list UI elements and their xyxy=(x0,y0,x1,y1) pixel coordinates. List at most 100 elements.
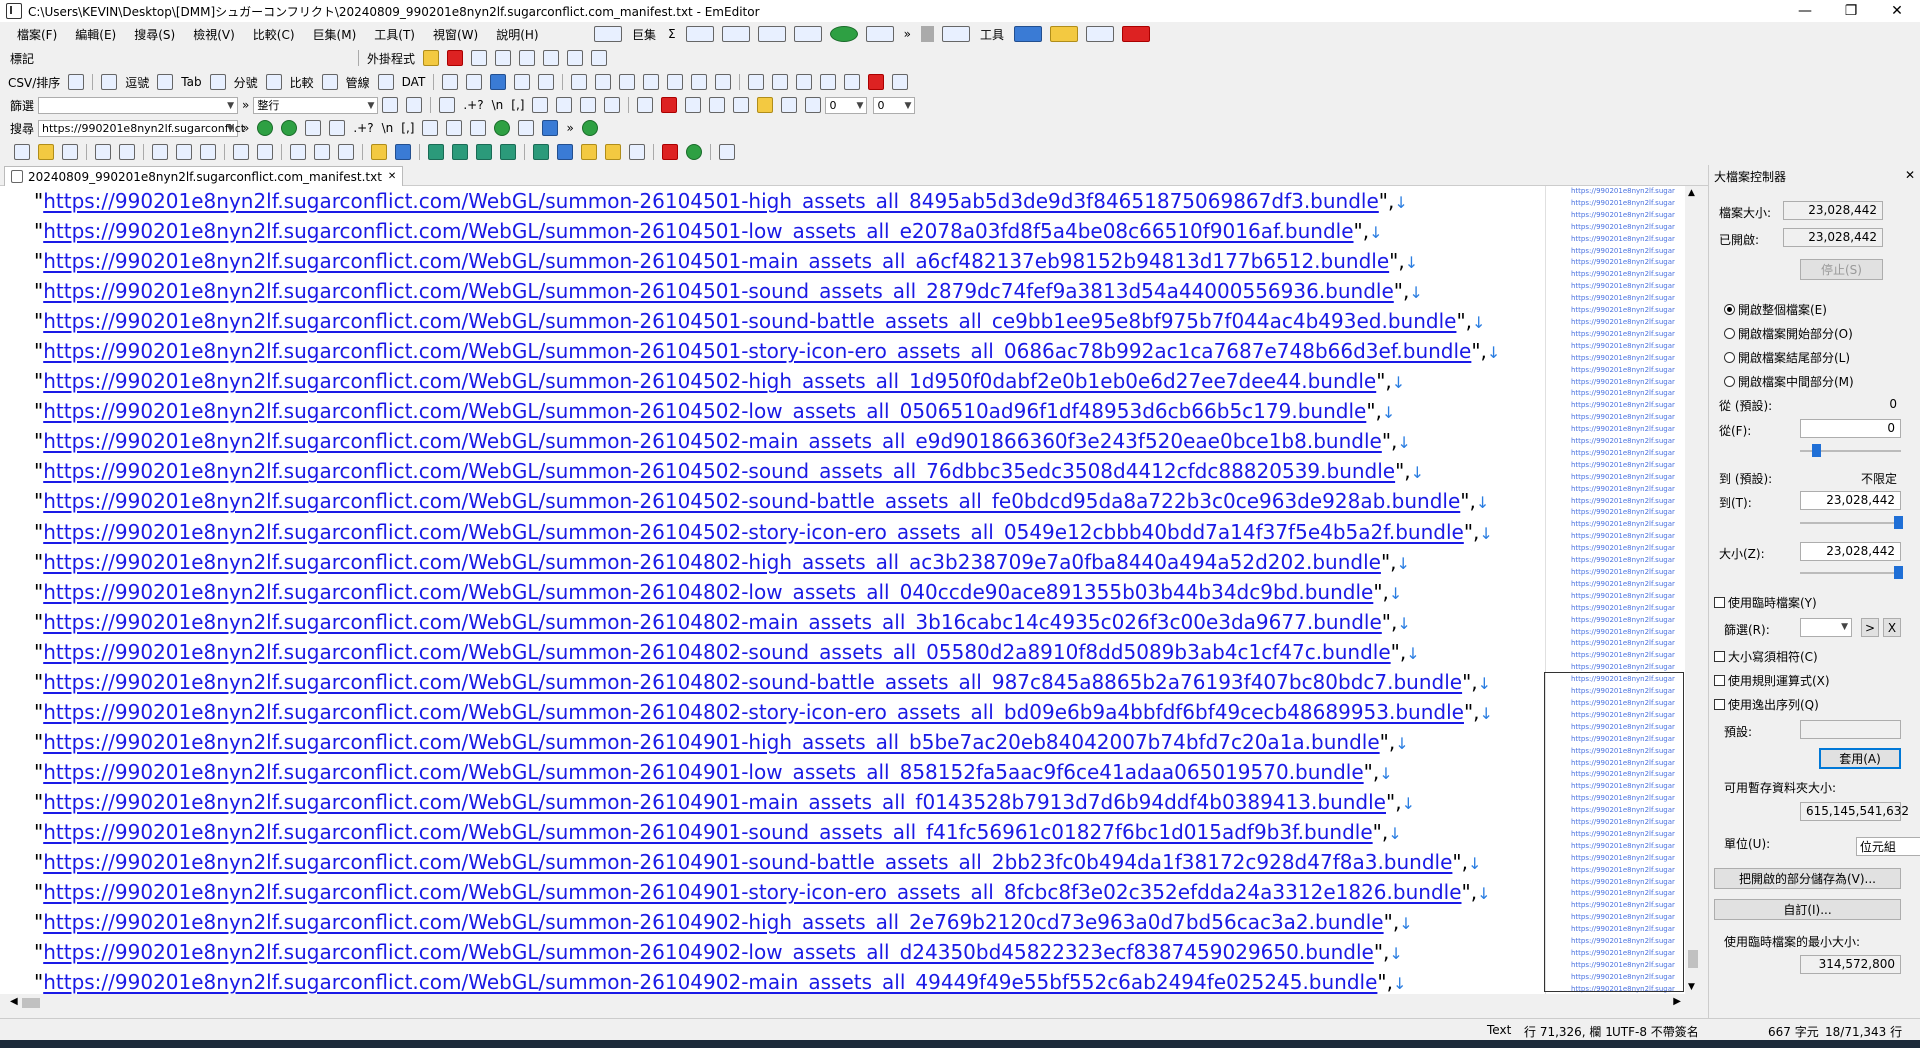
size-slider-track[interactable] xyxy=(1800,572,1901,574)
url-link[interactable]: https://990201e8nyn2lf.sugarconflict.com… xyxy=(43,910,1383,934)
editor-line[interactable]: "https://990201e8nyn2lf.sugarconflict.co… xyxy=(0,246,1545,276)
open-file-icon[interactable] xyxy=(38,144,54,160)
emeditor-app-icon[interactable] xyxy=(6,3,22,19)
url-link[interactable]: https://990201e8nyn2lf.sugarconflict.com… xyxy=(43,850,1452,874)
checkbox-icon[interactable] xyxy=(1714,675,1725,686)
minimap-viewport[interactable] xyxy=(1544,672,1684,992)
chevron-down-icon[interactable]: ▼ xyxy=(1841,622,1848,632)
editor-line[interactable]: "https://990201e8nyn2lf.sugarconflict.co… xyxy=(0,276,1545,306)
split-vertical-icon[interactable] xyxy=(476,144,492,160)
csv-normal-icon[interactable] xyxy=(68,74,85,90)
layout-icon[interactable] xyxy=(892,74,909,90)
highlight-icon[interactable] xyxy=(781,97,798,113)
to-input[interactable]: 23,028,442 xyxy=(1800,491,1901,510)
from-input[interactable]: 0 xyxy=(1800,419,1901,438)
copy-icon[interactable] xyxy=(637,97,654,113)
search-bracket-toggle[interactable]: [,] xyxy=(397,121,418,135)
radio-icon[interactable] xyxy=(1724,376,1735,387)
chevron-down-icon[interactable]: ▼ xyxy=(367,101,374,111)
horizontal-scrollbar[interactable]: ◀ ▶ xyxy=(0,994,1685,1011)
panel-icon[interactable] xyxy=(542,120,559,136)
regex-toggle[interactable]: .+? xyxy=(459,98,487,112)
play-icon[interactable] xyxy=(686,144,702,160)
book-icon[interactable] xyxy=(543,50,560,66)
run-icon[interactable] xyxy=(829,26,858,42)
note-icon[interactable] xyxy=(1049,26,1078,42)
editor-line[interactable]: "https://990201e8nyn2lf.sugarconflict.co… xyxy=(0,877,1545,907)
csv-sort-label[interactable]: CSV/排序 xyxy=(0,74,64,91)
redo-icon[interactable] xyxy=(257,144,273,160)
editor-line[interactable]: "https://990201e8nyn2lf.sugarconflict.co… xyxy=(0,907,1545,937)
editor-line[interactable]: "https://990201e8nyn2lf.sugarconflict.co… xyxy=(0,186,1545,216)
editor-line[interactable]: "https://990201e8nyn2lf.sugarconflict.co… xyxy=(0,577,1545,607)
context-lines-after[interactable]: 0 ▼ xyxy=(873,96,916,114)
save-icon[interactable] xyxy=(62,144,78,160)
editor-line[interactable]: "https://990201e8nyn2lf.sugarconflict.co… xyxy=(0,847,1545,877)
terminal-icon[interactable] xyxy=(1085,26,1114,42)
bug-icon[interactable] xyxy=(494,120,511,136)
url-link[interactable]: https://990201e8nyn2lf.sugarconflict.com… xyxy=(43,820,1372,844)
scroll-left-icon[interactable]: ◀ xyxy=(10,996,18,1007)
chevron-down-icon[interactable]: ▼ xyxy=(227,101,234,111)
sync-icon[interactable] xyxy=(805,97,822,113)
bracket-toggle[interactable]: [,] xyxy=(507,98,528,112)
calc-icon[interactable] xyxy=(591,50,608,66)
close-button[interactable]: ✕ xyxy=(1874,0,1920,22)
minus-icon[interactable] xyxy=(580,97,597,113)
url-link[interactable]: https://990201e8nyn2lf.sugarconflict.com… xyxy=(43,700,1464,724)
spell-icon[interactable] xyxy=(748,74,765,90)
split-window-icon[interactable] xyxy=(428,144,444,160)
mark-icon[interactable] xyxy=(844,74,861,90)
scroll-right-icon[interactable]: ▶ xyxy=(1673,996,1681,1007)
url-link[interactable]: https://990201e8nyn2lf.sugarconflict.com… xyxy=(43,279,1394,303)
checkbox-icon[interactable] xyxy=(1714,597,1725,608)
menu-macros[interactable]: 巨集(M) xyxy=(304,26,366,43)
case-icon[interactable] xyxy=(422,120,439,136)
status-mode[interactable]: Text xyxy=(1487,1023,1511,1037)
properties-icon[interactable] xyxy=(709,97,726,113)
sort-desc-icon[interactable] xyxy=(595,74,612,90)
find-icon[interactable] xyxy=(305,120,322,136)
filter-icon[interactable] xyxy=(604,97,621,113)
menu-compare[interactable]: 比較(C) xyxy=(244,26,304,43)
tools-label[interactable]: 工具 xyxy=(974,26,1010,43)
more-chevron[interactable]: » xyxy=(898,27,917,41)
url-link[interactable]: https://990201e8nyn2lf.sugarconflict.com… xyxy=(43,189,1379,213)
chevron-down-icon[interactable]: ▼ xyxy=(857,101,864,111)
to-slider-thumb[interactable] xyxy=(1894,516,1903,529)
url-link[interactable]: https://990201e8nyn2lf.sugarconflict.com… xyxy=(43,219,1353,243)
external-tools-label[interactable]: 外掛程式 xyxy=(363,50,419,67)
panel-close-icon[interactable]: ✕ xyxy=(1905,168,1915,182)
save-part-button[interactable]: 把開啟的部分儲存為(V)... xyxy=(1714,868,1901,889)
scroll-up-icon[interactable]: ▲ xyxy=(1688,188,1695,198)
browser-icon[interactable] xyxy=(557,144,573,160)
editor-line[interactable]: "https://990201e8nyn2lf.sugarconflict.co… xyxy=(0,667,1545,697)
copy-icon[interactable] xyxy=(176,144,192,160)
calendar-icon[interactable] xyxy=(447,50,464,66)
sigma-button[interactable]: Σ xyxy=(662,27,682,41)
editor-line[interactable]: "https://990201e8nyn2lf.sugarconflict.co… xyxy=(0,757,1545,787)
table-icon[interactable] xyxy=(514,74,531,90)
word-icon[interactable] xyxy=(446,120,463,136)
vertical-scrollbar[interactable]: ▲ ▼ xyxy=(1685,186,1701,994)
bookmark-label[interactable]: 標記 xyxy=(0,50,354,67)
gear-icon[interactable] xyxy=(442,74,459,90)
csv-tab-button[interactable]: Tab xyxy=(177,75,205,89)
context-lines-before[interactable]: 0 ▼ xyxy=(825,96,868,114)
apply-button[interactable]: 套用(A) xyxy=(1819,748,1901,769)
macro-run-icon[interactable] xyxy=(629,144,645,160)
sort-icon[interactable] xyxy=(691,74,708,90)
csv-comma-button[interactable]: 逗號 xyxy=(121,74,153,91)
radio-icon[interactable] xyxy=(1724,328,1735,339)
url-link[interactable]: https://990201e8nyn2lf.sugarconflict.com… xyxy=(43,249,1389,273)
macros-label[interactable]: 巨集 xyxy=(626,26,662,43)
find-next-icon[interactable] xyxy=(314,144,330,160)
csv-dat-button[interactable]: DAT xyxy=(398,75,430,89)
image-icon[interactable] xyxy=(495,50,512,66)
url-link[interactable]: https://990201e8nyn2lf.sugarconflict.com… xyxy=(43,640,1390,664)
editor-line[interactable]: "https://990201e8nyn2lf.sugarconflict.co… xyxy=(0,486,1545,516)
search-icon[interactable] xyxy=(439,97,456,113)
arrow-down-icon[interactable] xyxy=(685,97,702,113)
url-link[interactable]: https://990201e8nyn2lf.sugarconflict.com… xyxy=(43,429,1382,453)
editor-line[interactable]: "https://990201e8nyn2lf.sugarconflict.co… xyxy=(0,336,1545,366)
